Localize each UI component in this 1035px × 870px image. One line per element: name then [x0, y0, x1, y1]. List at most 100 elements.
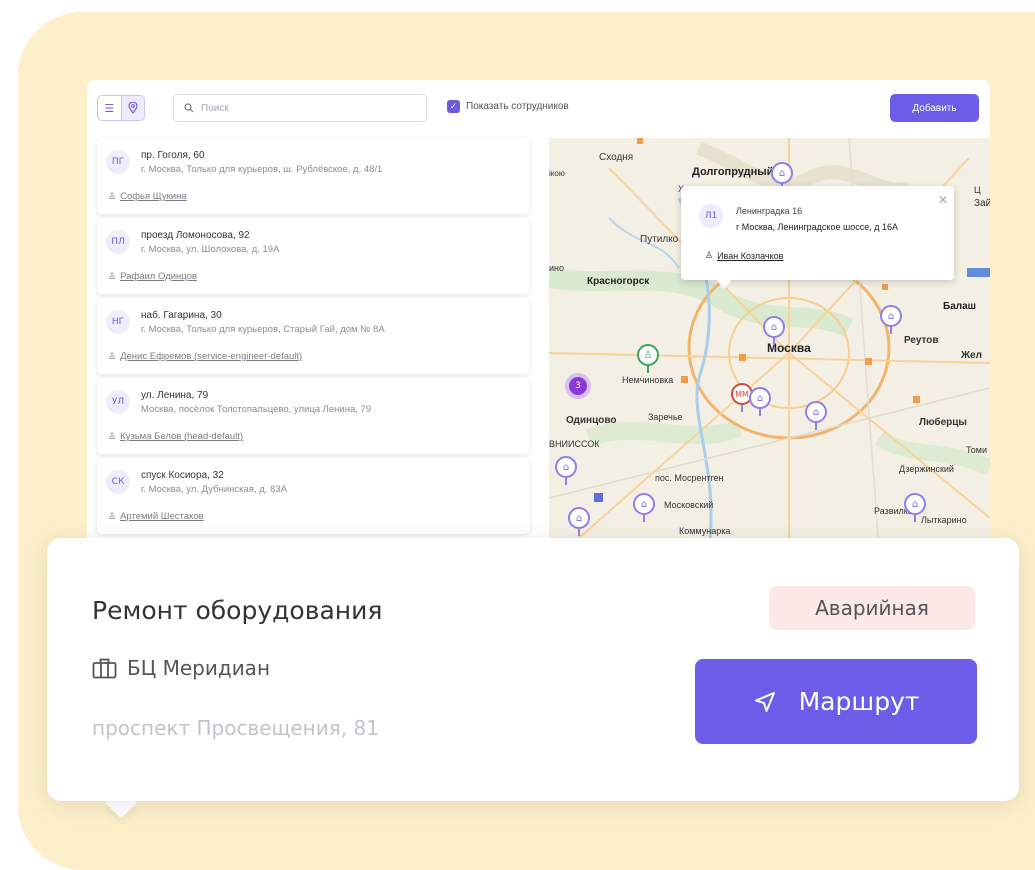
item-address: г. Москва, ул. Шолохова, д. 19А [141, 244, 280, 255]
navigation-arrow-icon [753, 690, 777, 714]
map-marker-building-icon[interactable]: ⌂ [805, 401, 827, 430]
list-item[interactable]: СК спуск Косиора, 32 г. Москва, ул. Дубн… [97, 458, 530, 534]
priority-badge: Аварийная [769, 586, 975, 630]
map-marker-building-icon[interactable]: ⌂ [763, 316, 785, 345]
map-label: Московский [664, 500, 714, 510]
map-label: пос. Мосрентген [655, 473, 724, 483]
item-title: ул. Ленина, 79 [141, 390, 209, 401]
avatar: СК [106, 470, 130, 494]
list-icon: ☰ [104, 101, 115, 115]
map-label: Томи [966, 445, 988, 455]
map-marker-building-icon[interactable]: ⌂ [880, 305, 902, 334]
building-name: БЦ Меридиан [127, 656, 271, 680]
show-employees-toggle[interactable]: ✓ Показать сотрудников [447, 100, 569, 113]
map-marker-building-icon[interactable]: ⌂ [555, 456, 577, 485]
popup-employee: ♙ Иван Козлачков [705, 250, 783, 261]
task-card: Ремонт оборудования БЦ Меридиан проспект… [47, 538, 1019, 801]
route-button[interactable]: Маршрут [695, 659, 977, 744]
map-label: Красногорск [587, 276, 650, 287]
map-label: Жел [961, 350, 982, 361]
list-item[interactable]: ПЛ проезд Ломоносова, 92 г. Москва, ул. … [97, 218, 530, 294]
avatar: УЛ [106, 390, 130, 414]
item-employee: ♙ Кузьма Белов (head-default) [108, 431, 243, 442]
search-input[interactable] [201, 102, 401, 114]
employee-link[interactable]: Иван Козлачков [717, 251, 783, 261]
person-icon: ♙ [108, 431, 117, 441]
briefcase-icon [92, 658, 117, 679]
map-label: Путилко [640, 234, 679, 245]
item-address: г. Москва, Только для курьеров, ш. Рублё… [141, 164, 383, 175]
list-view-button[interactable]: ☰ [98, 96, 121, 120]
item-employee: ♙ Софья Щукина [108, 191, 187, 202]
item-title: наб. Гагарина, 30 [141, 310, 222, 321]
map-label: ікою [549, 169, 565, 178]
employee-link[interactable]: Кузьма Белов (head-default) [120, 431, 243, 442]
employee-link[interactable]: Денис Ефремов (service-engineer-default) [120, 351, 302, 362]
map-label: Зай [974, 198, 990, 209]
map-label: Лыткарино [921, 515, 967, 525]
item-employee: ♙ Рафаил Одинцов [108, 271, 197, 282]
map-cluster-marker[interactable]: 3 [565, 373, 591, 399]
view-toggle: ☰ [97, 95, 145, 121]
add-button[interactable]: Добавить [890, 94, 979, 122]
task-address: проспект Просвещения, 81 [92, 716, 379, 740]
map-label: ино [549, 263, 565, 273]
item-title: спуск Косиора, 32 [141, 470, 224, 481]
item-title: проезд Ломоносова, 92 [141, 230, 250, 241]
map-label: ВНИИССОК [549, 439, 600, 449]
person-icon: ♙ [108, 511, 117, 521]
employee-link[interactable]: Артемий Шестаков [120, 511, 204, 522]
employee-link[interactable]: Рафаил Одинцов [120, 271, 197, 282]
popup-address: г Москва, Ленинградское шоссе, д 16А [736, 222, 898, 232]
task-title: Ремонт оборудования [92, 596, 383, 625]
map-label: Дзержинский [899, 464, 954, 474]
checkbox-checked-icon[interactable]: ✓ [447, 100, 460, 113]
map-popup: Л1 Ленинградка 16 г Москва, Ленинградско… [681, 186, 954, 280]
building-row: БЦ Меридиан [92, 656, 270, 680]
item-address: Москва, посёлок Толстопальцево, улица Ле… [141, 404, 372, 415]
map-label: Немчиновка [622, 375, 674, 385]
search-field[interactable] [173, 94, 427, 122]
map-view-button[interactable] [120, 96, 144, 120]
close-icon[interactable]: ✕ [938, 193, 948, 207]
avatar: НГ [106, 310, 130, 334]
show-employees-label: Показать сотрудников [466, 101, 569, 112]
map-label: Люберцы [919, 417, 967, 428]
map-label: Долгопрудный [692, 166, 774, 178]
map-view[interactable]: ікою Сходня Х Долгопрудный Ц Зай Путилко… [549, 138, 990, 550]
person-icon: ♙ [108, 351, 117, 361]
person-icon: ♙ [705, 250, 714, 260]
map-label: Ц [974, 185, 981, 195]
map-pin-icon [128, 102, 138, 114]
avatar: ПГ [106, 150, 130, 174]
item-title: пр. Гоголя, 60 [141, 150, 205, 161]
item-employee: ♙ Артемий Шестаков [108, 511, 204, 522]
map-marker-building-icon[interactable]: ⌂ [749, 387, 771, 416]
avatar: Л1 [699, 204, 723, 228]
list-item[interactable]: НГ наб. Гагарина, 30 г. Москва, Только д… [97, 298, 530, 374]
map-marker-building-icon[interactable]: ⌂ [771, 162, 793, 191]
map-marker-building-icon[interactable]: ⌂ [904, 493, 926, 522]
list-item[interactable]: УЛ ул. Ленина, 79 Москва, посёлок Толсто… [97, 378, 530, 454]
avatar: ПЛ [106, 230, 130, 254]
search-icon [184, 103, 194, 113]
employee-link[interactable]: Софья Щукина [120, 191, 187, 202]
item-address: г. Москва, Только для курьеров, Старый Г… [141, 324, 385, 335]
item-employee: ♙ Денис Ефремов (service-engineer-defaul… [108, 351, 302, 362]
map-label: Коммунарка [679, 526, 731, 536]
person-icon: ♙ [108, 271, 117, 281]
map-label: Одинцово [566, 415, 617, 426]
dispatch-app-window: ☰ ✓ Показать сотрудников Добавить ПГ пр.… [87, 80, 990, 550]
map-marker-building-icon[interactable]: ⌂ [568, 507, 590, 536]
person-icon: ♙ [108, 191, 117, 201]
map-label: Заречье [648, 412, 683, 422]
location-list: ПГ пр. Гоголя, 60 г. Москва, Только для … [97, 138, 530, 538]
map-label: Балаш [943, 301, 976, 312]
map-marker-building-icon[interactable]: ⌂ [633, 493, 655, 522]
map-marker-employee-icon[interactable]: ♙ [637, 344, 659, 373]
map-label: Сходня [599, 152, 634, 163]
map-label: Реутов [904, 335, 939, 346]
item-address: г. Москва, ул. Дубнинская, д. 83А [141, 484, 287, 495]
list-item[interactable]: ПГ пр. Гоголя, 60 г. Москва, Только для … [97, 138, 530, 214]
route-button-label: Маршрут [798, 687, 920, 716]
